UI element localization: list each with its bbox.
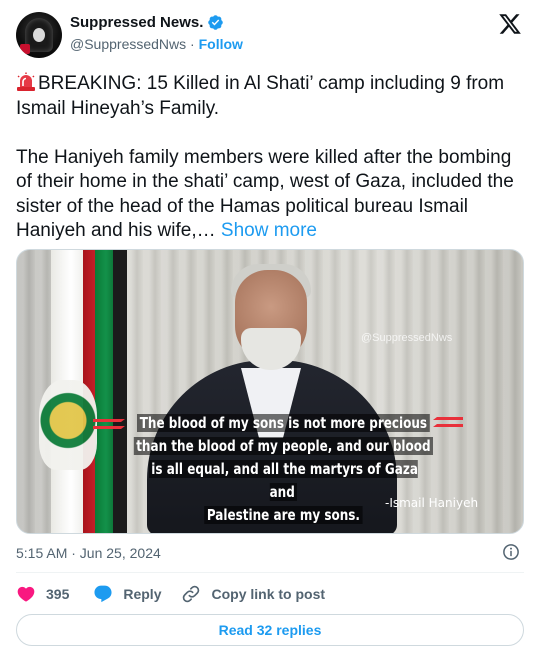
copy-link-label: Copy link to post (211, 586, 326, 602)
author-name-row: Suppressed News. (70, 14, 224, 31)
reply-button[interactable]: Reply (93, 584, 161, 604)
post-media-image[interactable]: @SuppressedNws The blood of my sons is n… (16, 249, 524, 534)
author-display-name[interactable]: Suppressed News. (70, 14, 203, 31)
author-handle[interactable]: @SuppressedNws (70, 36, 186, 52)
speech-bubble-icon (94, 585, 112, 603)
image-watermark: @SuppressedNws (361, 332, 453, 344)
quote-line: than the blood of my people, and our blo… (133, 435, 434, 458)
like-button[interactable]: 395 (16, 584, 73, 604)
post-text: BREAKING: 15 Killed in Al Shati’ camp in… (16, 72, 516, 244)
post-text-paragraph-1: BREAKING: 15 Killed in Al Shati’ camp in… (16, 72, 516, 121)
copy-link-button[interactable]: Copy link to post (181, 584, 325, 604)
link-icon (183, 585, 200, 603)
post-timestamp[interactable]: 5:15 AM · Jun 25, 2024 (16, 545, 161, 561)
follow-button[interactable]: Follow (199, 36, 243, 52)
quote-mark-left-icon (93, 419, 125, 429)
flag-emblem (39, 380, 97, 470)
author-avatar[interactable] (16, 12, 62, 58)
verified-badge-icon (208, 15, 224, 30)
post-actions: 395 Reply Copy link to post (16, 582, 345, 606)
post-text-line-1: BREAKING: 15 Killed in Al Shati’ camp in… (16, 73, 505, 119)
handle-separator: · (190, 36, 195, 52)
info-icon[interactable] (502, 543, 520, 561)
rotating-light-icon (17, 72, 35, 91)
show-more-link[interactable]: Show more (221, 220, 317, 241)
divider (16, 572, 524, 573)
read-replies-button[interactable]: Read 32 replies (16, 614, 524, 646)
author-handle-row: @SuppressedNws · Follow (70, 36, 243, 52)
quote-line: The blood of my sons is not more preciou… (133, 412, 434, 435)
reply-label: Reply (123, 586, 162, 602)
heart-icon (17, 586, 35, 602)
flag-black-stripe (113, 250, 127, 533)
x-logo-icon[interactable] (498, 12, 522, 36)
post-text-paragraph-2: The Haniyeh family members were killed a… (16, 146, 516, 244)
quote-mark-right-icon (433, 417, 463, 427)
embedded-post-card: Suppressed News. @SuppressedNws · Follow… (0, 0, 540, 661)
likes-count: 395 (46, 586, 70, 602)
quote-attribution: -Ismail Haniyeh (385, 496, 479, 510)
